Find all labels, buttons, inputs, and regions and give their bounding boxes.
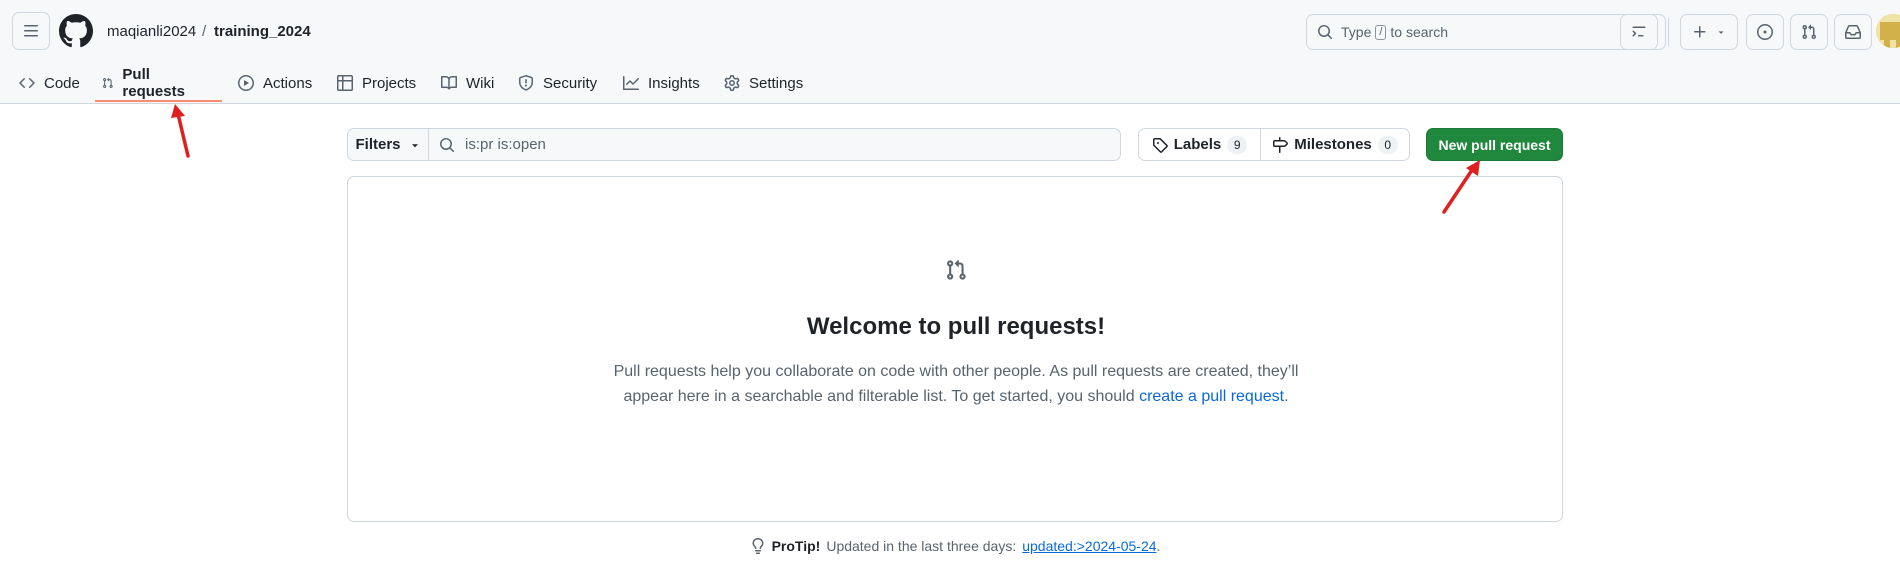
protip-text: Updated in the last three days: — [826, 538, 1017, 554]
global-search-input[interactable]: Type / to search — [1306, 14, 1666, 50]
search-shortcut-key: / — [1375, 24, 1387, 40]
search-prefix: Type — [1341, 24, 1372, 40]
tab-pull-requests[interactable]: Pull requests — [102, 62, 190, 104]
breadcrumb-repo[interactable]: training_2024 — [214, 22, 311, 42]
menu-button[interactable] — [12, 12, 50, 50]
filters-button[interactable]: Filters — [347, 128, 429, 161]
tab-actions-label: Actions — [263, 74, 313, 92]
blankslate-description: Pull requests help you collaborate on co… — [612, 359, 1300, 409]
tab-code[interactable]: Code — [19, 62, 80, 104]
git-pull-request-icon — [1802, 24, 1817, 40]
issues-button[interactable] — [1746, 14, 1784, 50]
tab-wiki[interactable]: Wiki — [441, 62, 494, 104]
user-avatar[interactable] — [1876, 14, 1900, 48]
gear-icon — [724, 75, 740, 91]
issue-opened-icon — [1757, 24, 1773, 40]
tab-projects[interactable]: Projects — [337, 62, 416, 104]
labels-label: Labels — [1173, 136, 1222, 153]
search-icon — [440, 137, 455, 152]
annotation-arrow-pull-requests-icon — [171, 104, 190, 158]
breadcrumb-owner[interactable]: maqianli2024 — [107, 22, 196, 42]
tab-security[interactable]: Security — [518, 62, 597, 104]
protip-end: . — [1156, 538, 1161, 554]
tab-security-label: Security — [543, 74, 598, 92]
pull-request-filter-input[interactable]: is:pr is:open — [428, 128, 1121, 161]
protip-query-link[interactable]: updated:>2024-05-24 — [1022, 538, 1156, 554]
graph-icon — [623, 76, 639, 90]
breadcrumb-separator: / — [202, 23, 207, 40]
blankslate-text-end: . — [1284, 388, 1289, 405]
tab-actions[interactable]: Actions — [238, 62, 312, 104]
new-pull-request-button[interactable]: New pull request — [1426, 128, 1563, 161]
filter-query: is:pr is:open — [465, 136, 546, 153]
tab-insights-label: Insights — [648, 74, 700, 92]
pull-requests-button[interactable] — [1790, 14, 1828, 50]
tab-settings-label: Settings — [749, 74, 804, 92]
milestone-icon — [1273, 136, 1289, 153]
git-pull-request-icon — [947, 259, 966, 280]
tab-projects-label: Projects — [362, 74, 417, 92]
annotation-arrow-new-pull-request-icon — [1442, 160, 1480, 214]
create-new-button[interactable] — [1680, 14, 1738, 50]
github-logo-icon[interactable] — [59, 14, 93, 48]
search-icon — [1318, 25, 1333, 40]
search-suffix: to search — [1390, 24, 1449, 40]
triangle-down-icon — [1718, 31, 1724, 34]
protip: ProTip! Updated in the last three days: … — [0, 538, 1900, 554]
hamburger-icon — [24, 25, 38, 37]
avatar-identicon-icon — [1876, 14, 1900, 48]
create-pull-request-link[interactable]: create a pull request — [1139, 388, 1284, 405]
pull-requests-blankslate: Welcome to pull requests! Pull requests … — [347, 176, 1563, 522]
shield-icon — [519, 75, 533, 91]
code-icon — [19, 77, 35, 89]
book-icon — [441, 75, 457, 90]
tab-code-label: Code — [44, 74, 80, 92]
tag-icon — [1152, 137, 1168, 153]
inbox-button[interactable] — [1834, 14, 1872, 50]
milestones-count: 0 — [1377, 135, 1398, 154]
tab-wiki-label: Wiki — [466, 74, 495, 92]
milestones-label: Milestones — [1294, 136, 1372, 153]
terminal-icon — [1632, 26, 1646, 37]
tab-insights[interactable]: Insights — [623, 62, 700, 104]
repo-header: maqianli2024 / training_2024 Type / to s… — [0, 0, 1900, 104]
labels-button[interactable]: Labels 9 — [1138, 128, 1261, 161]
plus-icon — [1694, 26, 1706, 38]
git-pull-request-icon — [103, 77, 113, 88]
table-icon — [337, 75, 353, 91]
filters-label: Filters — [355, 136, 401, 153]
command-palette-button[interactable] — [1620, 14, 1658, 50]
labels-count: 9 — [1227, 135, 1248, 154]
light-bulb-icon — [752, 538, 764, 554]
blankslate-title: Welcome to pull requests! — [806, 313, 1106, 340]
active-tab-underline — [95, 100, 222, 102]
protip-label: ProTip! — [771, 538, 821, 554]
tab-pull-requests-label: Pull requests — [122, 66, 185, 100]
play-icon — [238, 75, 254, 91]
inbox-icon — [1845, 25, 1861, 39]
tab-settings[interactable]: Settings — [724, 62, 803, 104]
milestones-button[interactable]: Milestones 0 — [1260, 128, 1410, 161]
header-divider — [1668, 18, 1669, 46]
triangle-down-icon — [411, 143, 418, 147]
